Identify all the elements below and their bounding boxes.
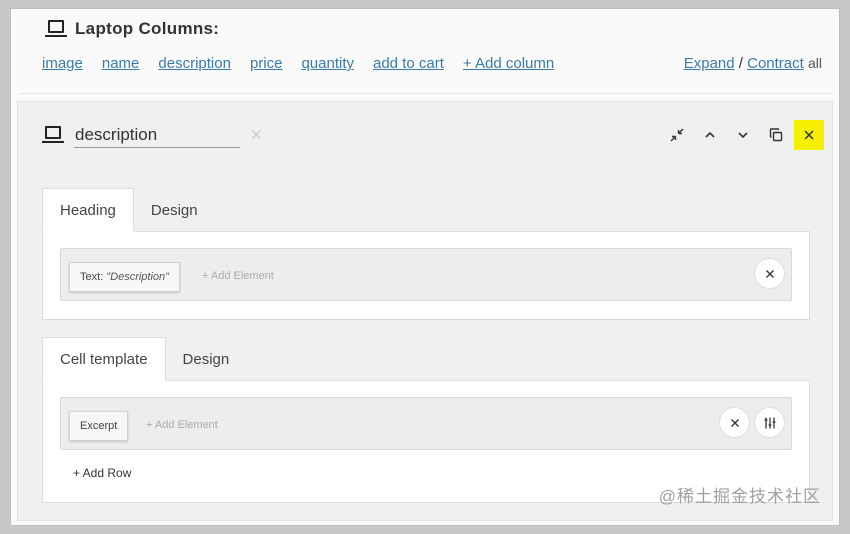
column-name-input[interactable] <box>74 122 240 148</box>
add-row-button[interactable]: + Add Row <box>73 466 131 480</box>
tab-cell-design[interactable]: Design <box>166 337 247 381</box>
add-cell-element-button[interactable]: + Add Element <box>146 419 218 431</box>
editor-frame: Laptop Columns: image name description p… <box>10 8 840 526</box>
collapse-icon <box>670 128 684 142</box>
close-icon <box>804 130 814 140</box>
duplicate-button[interactable] <box>761 120 791 150</box>
column-card: ✕ <box>17 101 833 521</box>
column-link-image[interactable]: image <box>42 55 83 72</box>
cell-element-row: Excerpt + Add Element <box>60 397 792 450</box>
tab-heading-design[interactable]: Design <box>134 188 215 232</box>
excerpt-element-chip[interactable]: Excerpt <box>69 411 129 441</box>
element-type-label: Excerpt <box>80 420 118 432</box>
close-icon <box>765 269 774 278</box>
heading-element-row: Text: "Description" + Add Element <box>60 248 792 301</box>
collapse-button[interactable] <box>662 120 692 150</box>
watermark: @稀土掘金技术社区 <box>658 487 821 506</box>
contract-link[interactable]: Contract <box>747 55 804 72</box>
column-link-quantity[interactable]: quantity <box>301 55 354 72</box>
close-icon <box>730 418 739 427</box>
element-value-label: "Description" <box>106 271 170 283</box>
remove-cell-row-button[interactable] <box>719 407 750 438</box>
columns-header: Laptop Columns: image name description p… <box>11 9 839 95</box>
sliders-icon <box>764 417 775 428</box>
move-down-button[interactable] <box>728 120 758 150</box>
expand-link[interactable]: Expand <box>684 55 735 72</box>
tab-heading[interactable]: Heading <box>42 188 134 232</box>
header-divider <box>19 93 833 94</box>
clear-name-icon[interactable]: ✕ <box>250 126 263 144</box>
column-link-name[interactable]: name <box>102 55 140 72</box>
element-type-label: Text: <box>80 271 104 283</box>
add-column-link[interactable]: + Add column <box>463 55 554 72</box>
remove-heading-row-button[interactable] <box>754 258 785 289</box>
delete-column-button[interactable] <box>794 120 824 150</box>
page-title: Laptop Columns: <box>75 19 220 38</box>
expand-contract-controls: Expand / Contract all <box>684 55 822 72</box>
tab-cell-template[interactable]: Cell template <box>42 337 166 381</box>
column-link-add-to-cart[interactable]: add to cart <box>373 55 444 72</box>
row-settings-button[interactable] <box>754 407 785 438</box>
column-link-description[interactable]: description <box>158 55 231 72</box>
heading-tabs: Heading Design <box>42 188 215 232</box>
cell-tabs: Cell template Design <box>42 337 246 381</box>
all-label: all <box>807 55 822 71</box>
heading-panel: Text: "Description" + Add Element <box>42 231 810 320</box>
add-heading-element-button[interactable]: + Add Element <box>202 270 274 282</box>
duplicate-icon <box>769 128 783 142</box>
move-up-button[interactable] <box>695 120 725 150</box>
column-links: image name description price quantity ad… <box>42 55 573 72</box>
column-link-price[interactable]: price <box>250 55 283 72</box>
laptop-icon <box>45 19 67 39</box>
chevron-down-icon <box>738 132 748 139</box>
laptop-icon <box>42 125 64 145</box>
expand-separator: / <box>738 55 743 72</box>
text-element-chip[interactable]: Text: "Description" <box>69 262 181 292</box>
title-row: Laptop Columns: <box>45 19 219 39</box>
column-toolbar <box>659 120 824 150</box>
chevron-up-icon <box>705 131 715 138</box>
column-card-header: ✕ <box>42 122 263 148</box>
